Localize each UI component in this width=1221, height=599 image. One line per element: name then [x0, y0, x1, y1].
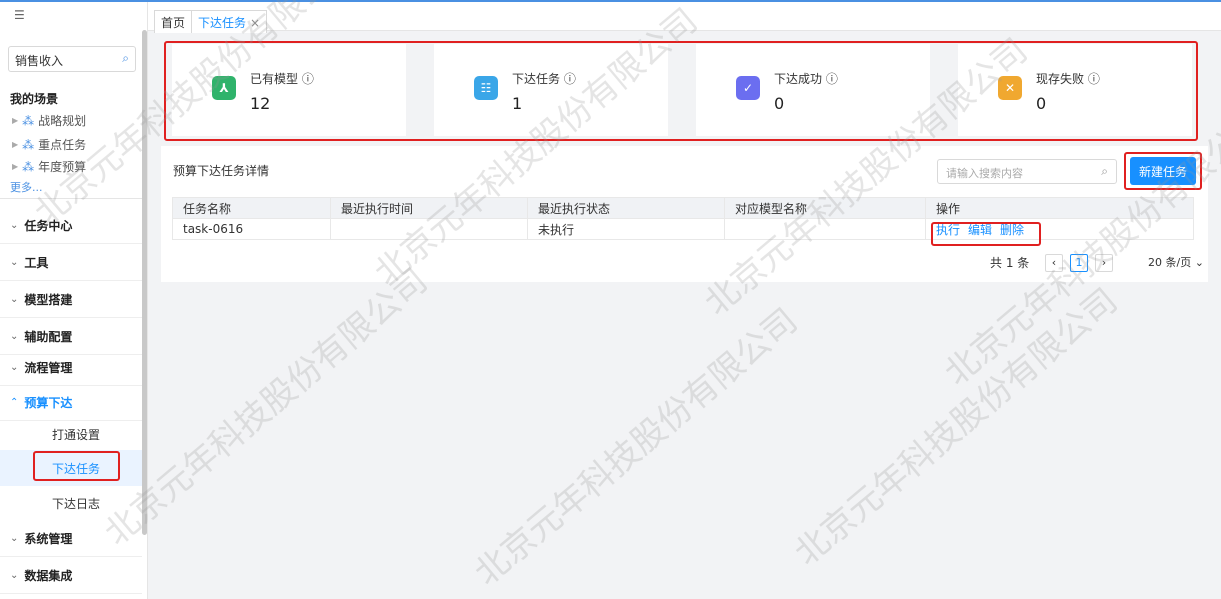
- nav-label: 数据集成: [24, 568, 73, 583]
- nav-tools[interactable]: ⌄ 工具: [0, 244, 142, 281]
- caret-right-icon: ▶: [12, 140, 19, 149]
- scene-label: 重点任务: [38, 138, 87, 152]
- tab-bar: 首页 下达任务 ×: [148, 2, 1221, 33]
- sidebar: ☰ 销售收入 ⌕ 我的场景 ▶ ⁂ 战略规划 ▶ ⁂ 重点任务 ▶ ⁂ 年度预算 更多...…: [0, 2, 148, 599]
- chevron-down-icon: ⌄: [10, 532, 19, 544]
- sidebar-search-value: 销售收入: [15, 54, 64, 68]
- chevron-down-icon: ⌄: [10, 569, 19, 581]
- page-size-select[interactable]: 20 条/页 ⌄: [1148, 254, 1204, 270]
- chevron-down-icon: ⌄: [10, 361, 19, 373]
- column-header: 操作: [925, 197, 1194, 219]
- scene-label: 战略规划: [38, 114, 87, 128]
- search-icon[interactable]: ⌕: [122, 51, 129, 66]
- menu-fold-icon[interactable]: ☰: [14, 8, 25, 22]
- caret-right-icon: ▶: [12, 116, 19, 125]
- tab-home[interactable]: 首页: [154, 10, 193, 33]
- search-icon[interactable]: ⌕: [1101, 164, 1108, 179]
- chevron-down-icon: ⌄: [10, 293, 19, 305]
- my-scenes-title: 我的场景: [10, 92, 59, 106]
- highlight-box: [1124, 152, 1202, 190]
- watermark: 北京元年科技股份有限公司: [467, 300, 806, 594]
- scene-item[interactable]: ▶ ⁂ 年度预算: [12, 158, 86, 175]
- task-search-input[interactable]: 请输入搜索内容 ⌕: [937, 159, 1117, 184]
- column-header: 任务名称: [172, 197, 331, 219]
- watermark: 北京元年科技股份有限公司: [787, 280, 1126, 574]
- chevron-down-icon: ⌄: [10, 330, 19, 342]
- caret-right-icon: ▶: [12, 162, 19, 171]
- more-scenes-link[interactable]: 更多...: [10, 179, 43, 195]
- highlight-box: [931, 222, 1041, 246]
- sidebar-search-input[interactable]: 销售收入 ⌕: [8, 46, 136, 72]
- nav-label: 流程管理: [24, 360, 73, 375]
- nav-label: 任务中心: [24, 218, 73, 233]
- tab-label: 下达任务: [198, 16, 247, 30]
- nav-data-integration[interactable]: ⌄ 数据集成: [0, 557, 142, 594]
- cluster-icon: ⁂: [22, 159, 35, 174]
- column-header: 最近执行时间: [330, 197, 528, 219]
- nav-label: 辅助配置: [24, 329, 73, 344]
- task-name-cell: task-0616: [172, 218, 331, 240]
- sub-item-issue-log[interactable]: 下达日志: [0, 485, 142, 521]
- panel-title: 预算下达任务详情: [173, 164, 270, 178]
- nav-model-build[interactable]: ⌄ 模型搭建: [0, 281, 142, 318]
- page-1-button[interactable]: 1: [1070, 254, 1088, 272]
- cluster-icon: ⁂: [22, 137, 35, 152]
- nav-task-center[interactable]: ⌄ 任务中心: [0, 207, 142, 244]
- divider: [0, 198, 142, 199]
- pager-total: 共 1 条: [990, 256, 1030, 270]
- chevron-down-icon: ⌄: [10, 219, 19, 231]
- last-run-status-cell: 未执行: [527, 218, 725, 240]
- model-name-cell: [724, 218, 926, 240]
- chevron-up-icon: ⌃: [10, 396, 19, 408]
- nav-label: 预算下达: [24, 395, 73, 410]
- chevron-down-icon: ⌄: [10, 256, 19, 268]
- column-header: 对应模型名称: [724, 197, 926, 219]
- nav-label: 工具: [24, 255, 49, 270]
- search-placeholder: 请输入搜索内容: [946, 167, 1023, 180]
- tab-issue-task[interactable]: 下达任务 ×: [191, 10, 268, 33]
- last-run-time-cell: [330, 218, 528, 240]
- table-header-row: 任务名称 最近执行时间 最近执行状态 对应模型名称 操作: [172, 197, 1194, 219]
- sidebar-scrollbar[interactable]: [142, 30, 147, 535]
- close-icon[interactable]: ×: [250, 16, 260, 30]
- prev-page-button[interactable]: ‹: [1045, 254, 1063, 272]
- next-page-button[interactable]: ›: [1095, 254, 1113, 272]
- column-header: 最近执行状态: [527, 197, 725, 219]
- scene-item[interactable]: ▶ ⁂ 重点任务: [12, 136, 86, 153]
- cluster-icon: ⁂: [22, 113, 35, 128]
- nav-process-mgmt[interactable]: ⌄ 流程管理: [0, 349, 142, 386]
- scene-item[interactable]: ▶ ⁂ 战略规划: [12, 112, 86, 129]
- nav-label: 系统管理: [24, 531, 73, 546]
- highlight-box: [33, 451, 120, 481]
- nav-system-mgmt[interactable]: ⌄ 系统管理: [0, 520, 142, 557]
- sub-item-connect-settings[interactable]: 打通设置: [0, 416, 142, 452]
- scene-label: 年度预算: [38, 160, 87, 174]
- highlight-box: [164, 41, 1198, 141]
- nav-label: 模型搭建: [24, 292, 73, 307]
